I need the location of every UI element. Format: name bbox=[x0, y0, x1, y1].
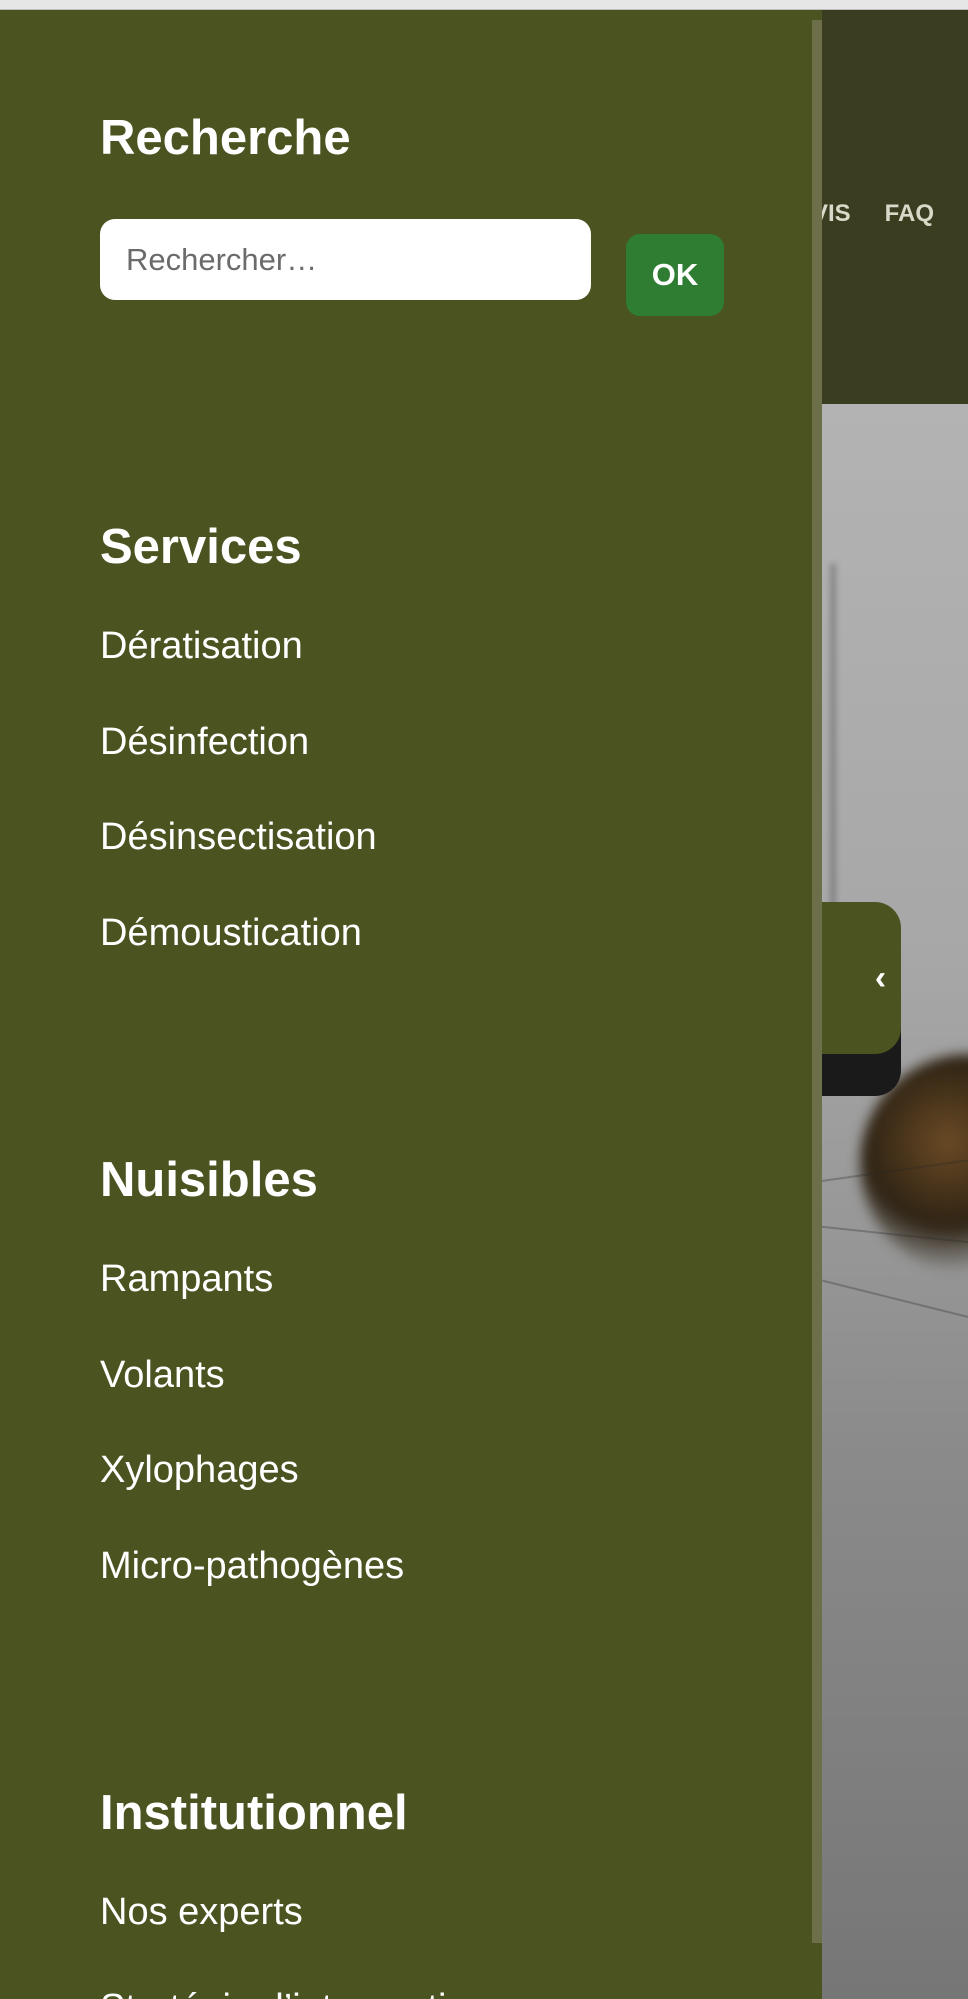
search-section-title: Recherche bbox=[100, 111, 351, 165]
menu-item-deratisation[interactable]: Dératisation bbox=[100, 627, 377, 723]
institutionnel-list: Nos experts Stratégie d’intervention bbox=[100, 1893, 489, 1999]
nuisibles-section-title: Nuisibles bbox=[100, 1153, 318, 1207]
menu-item-desinsectisation[interactable]: Désinsectisation bbox=[100, 818, 377, 914]
search-input[interactable] bbox=[100, 219, 591, 300]
menu-item-rampants[interactable]: Rampants bbox=[100, 1260, 404, 1356]
browser-top-strip bbox=[0, 0, 968, 10]
header-nav: VIS FAQ bbox=[812, 200, 934, 228]
services-list: Dératisation Désinfection Désinsectisati… bbox=[100, 627, 377, 1009]
side-drawer: Recherche OK Services Dératisation Désin… bbox=[0, 10, 822, 1999]
search-ok-button[interactable]: OK bbox=[626, 234, 724, 316]
nuisibles-list: Rampants Volants Xylophages Micro-pathog… bbox=[100, 1260, 404, 1642]
menu-item-volants[interactable]: Volants bbox=[100, 1356, 404, 1452]
institutionnel-section-title: Institutionnel bbox=[100, 1786, 408, 1840]
nav-item-faq[interactable]: FAQ bbox=[885, 200, 934, 228]
menu-item-strategie-intervention[interactable]: Stratégie d’intervention bbox=[100, 1989, 489, 1999]
hero-whisker bbox=[822, 1279, 968, 1321]
menu-item-nos-experts[interactable]: Nos experts bbox=[100, 1893, 489, 1989]
menu-item-micro-pathogenes[interactable]: Micro-pathogènes bbox=[100, 1547, 404, 1643]
services-section-title: Services bbox=[100, 520, 302, 574]
chevron-left-icon: ‹ bbox=[874, 958, 887, 997]
menu-item-xylophages[interactable]: Xylophages bbox=[100, 1451, 404, 1547]
drawer-scrollbar[interactable] bbox=[812, 20, 822, 1943]
menu-item-demoustication[interactable]: Démoustication bbox=[100, 914, 377, 1010]
menu-item-desinfection[interactable]: Désinfection bbox=[100, 723, 377, 819]
